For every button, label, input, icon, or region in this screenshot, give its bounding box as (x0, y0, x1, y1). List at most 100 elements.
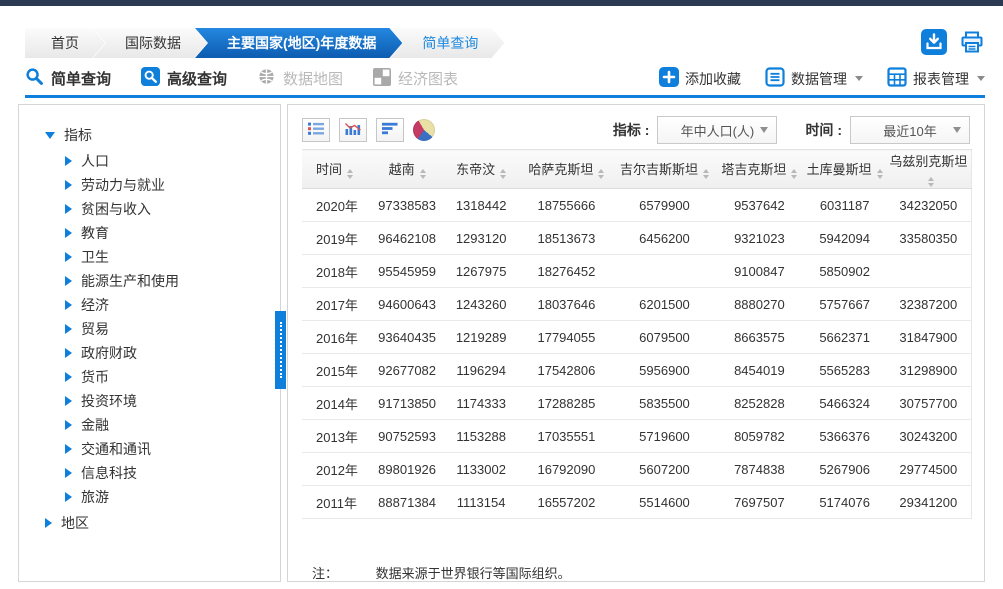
panel-splitter[interactable] (275, 311, 286, 389)
sort-icon[interactable] (877, 169, 883, 179)
year-cell: 2014年 (302, 387, 371, 420)
column-header[interactable]: 塔吉克斯坦 (715, 150, 803, 189)
hbar-view-button[interactable] (376, 118, 404, 142)
caret-down-icon (760, 127, 768, 133)
table-row: 2019年96462108129312018513673645620093210… (302, 222, 972, 255)
sidebar-item[interactable]: 交通和通讯 (19, 437, 280, 461)
triangle-right-icon[interactable] (65, 420, 72, 430)
value-cell (614, 255, 715, 288)
sidebar-item[interactable]: 金融 (19, 413, 280, 437)
year-cell: 2016年 (302, 321, 371, 354)
triangle-right-icon[interactable] (65, 156, 72, 166)
sidebar-item[interactable]: 货币 (19, 365, 280, 389)
time-select[interactable]: 最近10年 (850, 116, 970, 144)
breadcrumb-label: 简单查询 (422, 33, 478, 53)
advanced-query-button[interactable]: 高级查询 (141, 67, 227, 90)
column-label: 吉尔吉斯斯坦 (620, 162, 698, 177)
pie-view-button[interactable] (413, 119, 435, 141)
sidebar-root-indicators[interactable]: 指标 (19, 121, 280, 149)
sidebar-item-label: 卫生 (81, 247, 109, 267)
footnote-label: 注： (312, 566, 338, 581)
value-cell: 29341200 (886, 486, 972, 519)
sidebar-item-label: 经济 (81, 295, 109, 315)
triangle-right-icon[interactable] (65, 324, 72, 334)
value-cell: 90752593 (371, 420, 443, 453)
column-header[interactable]: 时间 (302, 150, 371, 189)
query-modes: 简单查询 高级查询 数据地图 经济图表 (25, 67, 488, 90)
sidebar-item[interactable]: 政府财政 (19, 341, 280, 365)
list-view-button[interactable] (302, 118, 330, 142)
triangle-right-icon[interactable] (65, 396, 72, 406)
year-cell: 2018年 (302, 255, 371, 288)
value-cell: 94600643 (371, 288, 443, 321)
sort-icon[interactable] (928, 177, 934, 187)
sidebar-item[interactable]: 贫困与收入 (19, 197, 280, 221)
value-cell: 5942094 (804, 222, 886, 255)
download-button[interactable] (921, 30, 947, 56)
triangle-right-icon[interactable] (65, 348, 72, 358)
column-header[interactable]: 哈萨克斯坦 (519, 150, 614, 189)
value-cell: 96462108 (371, 222, 443, 255)
column-header[interactable]: 土库曼斯坦 (804, 150, 886, 189)
bar-chart-view-button[interactable] (339, 118, 367, 142)
breadcrumb-international-data[interactable]: 国际数据 (93, 28, 207, 58)
triangle-right-icon[interactable] (65, 252, 72, 262)
data-manage-button[interactable]: 数据管理 (765, 67, 863, 90)
sort-icon[interactable] (598, 169, 604, 179)
triangle-right-icon[interactable] (65, 372, 72, 382)
sidebar-item[interactable]: 旅游 (19, 485, 280, 509)
report-manage-button[interactable]: 报表管理 (887, 67, 985, 90)
triangle-right-icon[interactable] (65, 204, 72, 214)
add-favorite-button[interactable]: 添加收藏 (659, 67, 741, 90)
triangle-right-icon[interactable] (65, 228, 72, 238)
time-select-value: 最近10年 (883, 121, 936, 140)
triangle-right-icon[interactable] (65, 444, 72, 454)
year-cell: 2012年 (302, 453, 371, 486)
triangle-right-icon[interactable] (65, 276, 72, 286)
sidebar-item[interactable]: 劳动力与就业 (19, 173, 280, 197)
sort-icon[interactable] (500, 169, 506, 179)
indicator-select[interactable]: 年中人口(人) (657, 116, 777, 144)
sidebar-root-region[interactable]: 地区 (19, 509, 280, 537)
sort-icon[interactable] (703, 169, 709, 179)
year-cell: 2020年 (302, 189, 371, 222)
hbar-view-icon (381, 121, 399, 139)
sidebar-item[interactable]: 教育 (19, 221, 280, 245)
triangle-down-icon[interactable] (45, 132, 55, 139)
value-cell: 1318442 (443, 189, 519, 222)
value-cell: 6456200 (614, 222, 715, 255)
triangle-right-icon[interactable] (65, 180, 72, 190)
sidebar-item[interactable]: 人口 (19, 149, 280, 173)
table-row: 2015年92677082119629417542806595690084540… (302, 354, 972, 387)
sidebar-item[interactable]: 能源生产和使用 (19, 269, 280, 293)
print-button[interactable] (959, 30, 985, 56)
breadcrumb: 首页 国际数据 主要国家(地区)年度数据 简单查询 (25, 28, 985, 58)
sort-icon[interactable] (791, 169, 797, 179)
column-header[interactable]: 东帝汶 (443, 150, 519, 189)
sidebar-item[interactable]: 信息科技 (19, 461, 280, 485)
triangle-right-icon[interactable] (65, 492, 72, 502)
breadcrumb-home[interactable]: 首页 (25, 28, 105, 58)
column-header[interactable]: 乌兹别克斯坦 (886, 150, 972, 189)
value-cell: 16792090 (519, 453, 614, 486)
breadcrumb-simple-query[interactable]: 简单查询 (390, 28, 504, 58)
print-icon (959, 29, 985, 58)
breadcrumb-label: 主要国家(地区)年度数据 (227, 33, 376, 53)
sidebar-item[interactable]: 卫生 (19, 245, 280, 269)
sidebar-item[interactable]: 经济 (19, 293, 280, 317)
value-cell: 1153288 (443, 420, 519, 453)
column-header[interactable]: 吉尔吉斯斯坦 (614, 150, 715, 189)
triangle-right-icon[interactable] (45, 518, 52, 528)
sort-icon[interactable] (420, 169, 426, 179)
year-cell: 2015年 (302, 354, 371, 387)
data-map-label: 数据地图 (283, 68, 343, 89)
triangle-right-icon[interactable] (65, 300, 72, 310)
sidebar-item[interactable]: 贸易 (19, 317, 280, 341)
content: 指标 人口劳动力与就业贫困与收入教育卫生能源生产和使用经济贸易政府财政货币投资环… (18, 104, 985, 582)
sort-icon[interactable] (347, 169, 353, 179)
simple-query-button[interactable]: 简单查询 (25, 67, 111, 90)
column-header[interactable]: 越南 (371, 150, 443, 189)
triangle-right-icon[interactable] (65, 468, 72, 478)
value-cell: 5366376 (804, 420, 886, 453)
sidebar-item[interactable]: 投资环境 (19, 389, 280, 413)
